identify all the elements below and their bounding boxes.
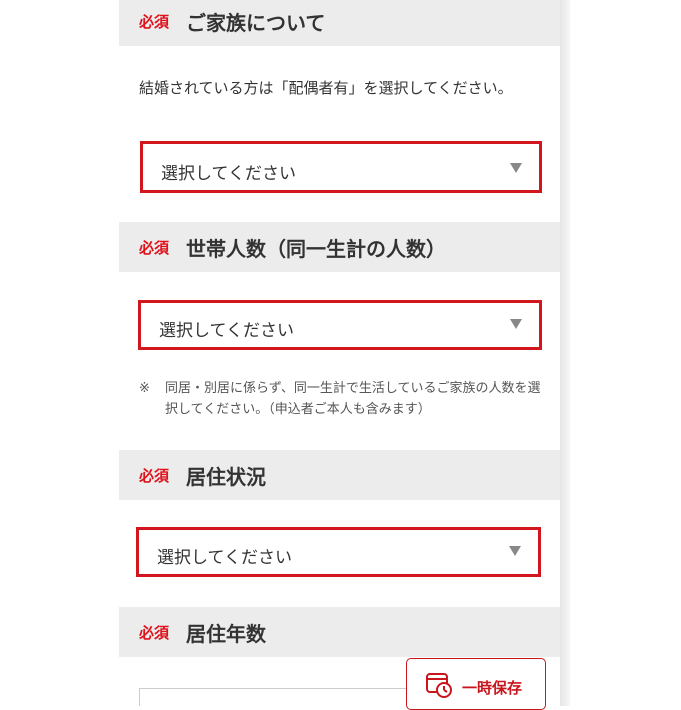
section-title-residence: 居住状況 [186,464,266,489]
section-title-household: 世帯人数（同一生計の人数） [186,236,446,261]
section-header-years: 必須 居住年数 [119,607,560,657]
form-panel: 必須 ご家族について 結婚されている方は「配偶者有」を選択してください。 選択し… [119,0,560,706]
required-badge: 必須 [139,623,170,642]
residence-status-select[interactable]: 選択してください [136,527,541,577]
chevron-down-icon [510,319,522,329]
note-mark: ※ [139,381,150,396]
household-size-select[interactable]: 選択してください [138,300,542,350]
clock-save-icon [425,671,453,703]
residence-select-value: 選択してください [157,548,292,568]
section-header-residence: 必須 居住状況 [119,450,560,500]
section-header-household: 必須 世帯人数（同一生計の人数） [119,222,560,272]
family-select[interactable]: 選択してください [140,141,542,193]
section-title-years: 居住年数 [186,621,266,646]
family-description: 結婚されている方は「配偶者有」を選択してください。 [139,79,513,97]
temporary-save-button[interactable]: 一時保存 [406,658,546,710]
section-title-family: ご家族について [186,10,326,35]
required-badge: 必須 [139,12,170,31]
household-note-text: 同居・別居に係らず、同一生計で生活しているご家族の人数を選択してください。（申込… [165,381,541,417]
required-badge: 必須 [139,466,170,485]
family-select-value: 選択してください [161,164,296,184]
household-select-value: 選択してください [159,321,294,341]
chevron-down-icon [509,546,521,556]
section-header-family: 必須 ご家族について [119,0,560,46]
household-note: ※ 同居・別居に係らず、同一生計で生活しているご家族の人数を選択してください。（… [139,378,549,422]
chevron-down-icon [510,163,522,173]
save-button-label: 一時保存 [462,679,523,697]
required-badge: 必須 [139,238,170,257]
panel-edge [560,0,570,706]
